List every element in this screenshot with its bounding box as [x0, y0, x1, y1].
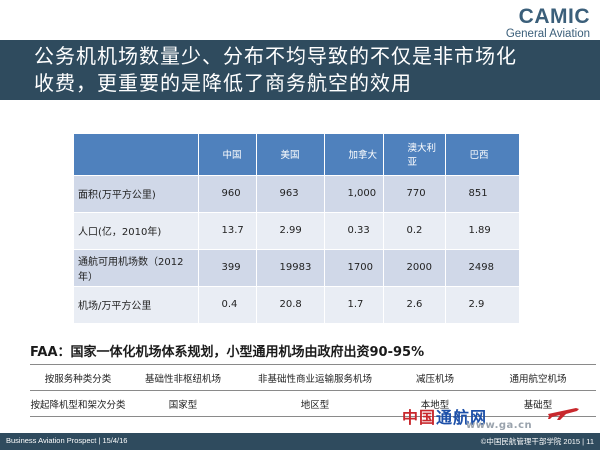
column-header: 巴西	[445, 134, 520, 176]
table-cell: 通用航空机场	[480, 364, 596, 391]
table-cell: 19983	[256, 249, 325, 287]
table-cell: 减压机场	[390, 364, 480, 391]
table-cell: 国家型	[126, 390, 240, 417]
row-header: 人口(亿，2010年)	[74, 212, 199, 250]
table-cell: 基础性非枢纽机场	[126, 364, 240, 391]
column-header: 中国	[198, 134, 257, 176]
watermark-url: www.ga.cn	[466, 420, 533, 431]
table-cell: 399	[198, 249, 257, 287]
column-header: 澳大利亚	[383, 134, 446, 176]
table-row: 机场/万平方公里 0.4 20.8 1.7 2.6 2.9	[74, 286, 520, 324]
table-cell: 非基础性商业运输服务机场	[240, 364, 390, 391]
table-cell: 2.99	[256, 212, 325, 250]
table-cell: 0.2	[383, 212, 446, 250]
table-cell: 851	[445, 175, 520, 213]
table-row: 按起降机型和架次分类 国家型 地区型 本地型 基础型	[30, 390, 596, 417]
table-cell: 13.7	[198, 212, 257, 250]
row-header: 通航可用机场数（2012年）	[74, 249, 199, 287]
faa-note: FAA：国家一体化机场体系规划，小型通用机场由政府出资90-95%	[30, 345, 425, 360]
table-cell: 770	[383, 175, 446, 213]
table-cell: 960	[198, 175, 257, 213]
column-header: 加拿大	[324, 134, 384, 176]
footer-right-text: ©中国民航管理干部学院 2015 | 11	[480, 437, 594, 446]
column-header: 美国	[256, 134, 325, 176]
table-cell: 20.8	[256, 286, 325, 324]
table-cell: 1700	[324, 249, 384, 287]
table-cell: 按起降机型和架次分类	[30, 390, 126, 417]
airplane-icon	[548, 408, 579, 420]
slide-footer: Business Aviation Prospect | 15/4/16 ©中国…	[0, 433, 600, 450]
table-row: 通航可用机场数（2012年） 399 19983 1700 2000 2498	[74, 249, 520, 287]
table-cell: 2.9	[445, 286, 520, 324]
table-cell: 963	[256, 175, 325, 213]
row-header: 面积(万平方公里)	[74, 175, 199, 213]
table-cell: 0.33	[324, 212, 384, 250]
table-corner-cell	[74, 134, 199, 176]
table-cell: 1,000	[324, 175, 384, 213]
table-header-row: 中国 美国 加拿大 澳大利亚 巴西	[74, 134, 520, 176]
table-cell: 0.4	[198, 286, 257, 324]
watermark-text-red: 中国	[402, 408, 437, 427]
slide-title-bar: 公务机机场数量少、分布不均导致的不仅是非市场化 收费，更重要的是降低了商务航空的…	[0, 40, 600, 100]
slide-title-line1: 公务机机场数量少、分布不均导致的不仅是非市场化	[34, 44, 517, 68]
table-cell: 1.7	[324, 286, 384, 324]
table-row: 面积(万平方公里) 960 963 1,000 770 851	[74, 175, 520, 213]
airport-comparison-table: 中国 美国 加拿大 澳大利亚 巴西 面积(万平方公里) 960 963 1,00…	[74, 134, 520, 324]
table-cell: 2.6	[383, 286, 446, 324]
logo-brand: CAMIC	[518, 5, 590, 28]
table-cell: 地区型	[240, 390, 390, 417]
table-cell: 2498	[445, 249, 520, 287]
camic-logo: CAMIC General Aviation	[506, 6, 590, 41]
table-row: 按服务种类分类 基础性非枢纽机场 非基础性商业运输服务机场 减压机场 通用航空机…	[30, 364, 596, 391]
table-cell: 2000	[383, 249, 446, 287]
table-cell: 1.89	[445, 212, 520, 250]
table-cell: 按服务种类分类	[30, 364, 126, 391]
footer-left-text: Business Aviation Prospect | 15/4/16	[6, 436, 128, 445]
slide-title-line2: 收费，更重要的是降低了商务航空的效用	[34, 71, 412, 95]
table-row: 人口(亿，2010年) 13.7 2.99 0.33 0.2 1.89	[74, 212, 520, 250]
airport-classification-table: 按服务种类分类 基础性非枢纽机场 非基础性商业运输服务机场 减压机场 通用航空机…	[30, 364, 596, 417]
row-header: 机场/万平方公里	[74, 286, 199, 324]
